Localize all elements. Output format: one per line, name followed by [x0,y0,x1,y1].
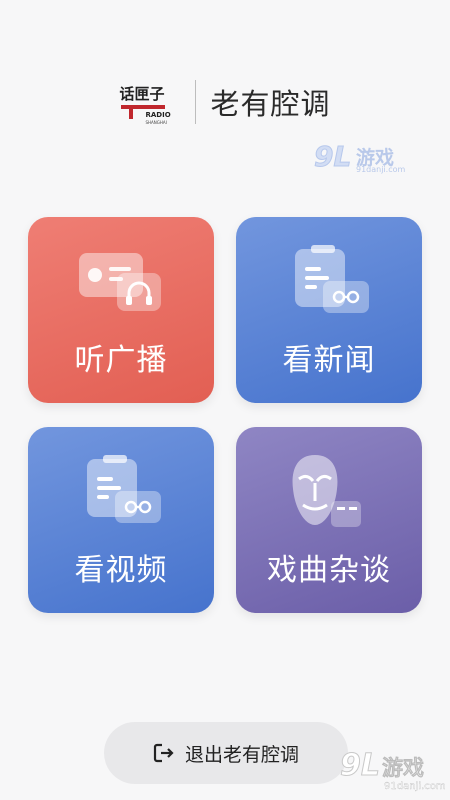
card-label: 戏曲杂谈 [267,553,391,588]
watermark-number: 9L [340,748,381,784]
logo-text: 话匣子 [119,85,165,103]
watch-video-card[interactable]: 看视频 [28,427,214,613]
huaxiazi-radio-logo: 话匣子 RADIO SHANGHAI [119,77,185,127]
exit-button[interactable]: 退出老有腔调 [104,722,348,784]
radio-headphones-icon [79,253,161,311]
header-divider [195,80,197,124]
watermark-url: 91danji.com [356,165,406,174]
app-title: 老有腔调 [210,87,331,121]
listen-radio-card[interactable]: 听广播 [28,217,214,403]
watermark-url: 91danji.com [384,781,446,792]
app-header: 话匣子 RADIO SHANGHAI 老有腔调 [0,70,450,134]
watermark-91danji-bottom: 9L 游戏 91danji.com [338,748,450,800]
opera-mask-icon [292,455,361,527]
news-glasses-icon [295,245,369,313]
card-label: 听广播 [74,343,168,378]
watch-news-card[interactable]: 看新闻 [236,217,422,403]
card-label: 看视频 [74,553,168,588]
opera-talk-card[interactable]: 戏曲杂谈 [236,427,422,613]
logo-bar [121,105,166,109]
exit-label: 退出老有腔调 [184,743,299,766]
logo-bar-vertical [129,105,134,119]
exit-icon [153,743,174,763]
card-label: 看新闻 [282,343,376,378]
watermark-number: 9L [313,140,352,174]
logo-sub-text: SHANGHAI [145,120,167,125]
watermark-91danji-top: 9L 游戏 91danji.com [313,140,414,176]
watermark-text: 游戏 [382,756,425,781]
video-glasses-icon [87,455,161,523]
logo-radio-text: RADIO [145,111,171,119]
